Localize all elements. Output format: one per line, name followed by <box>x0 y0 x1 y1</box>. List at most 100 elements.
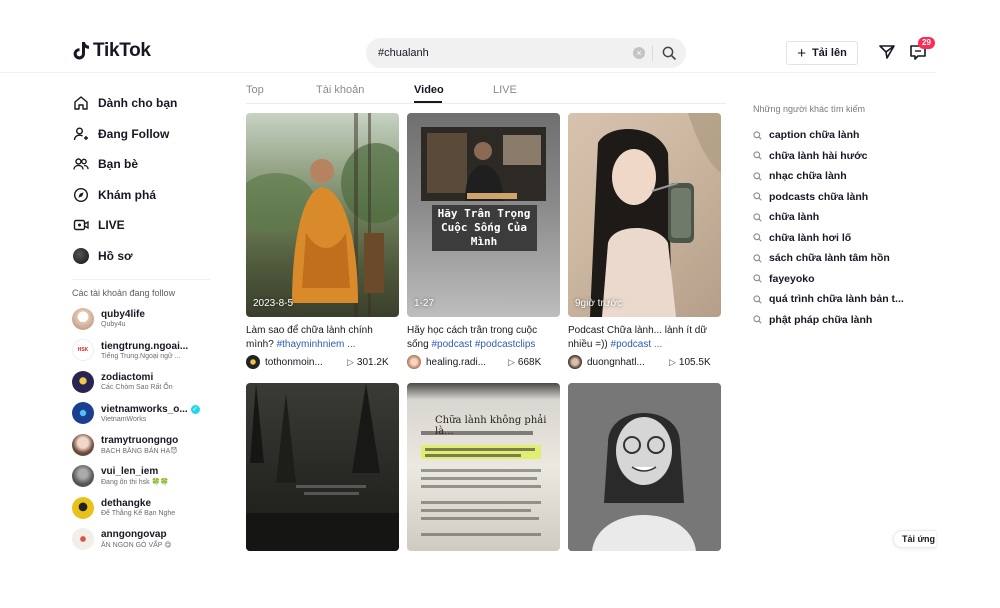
avatar[interactable] <box>407 355 421 369</box>
account-subtitle: VietnamWorks <box>101 415 147 423</box>
woman-portrait-image <box>568 383 721 551</box>
video-hashtags[interactable]: #thayminhniem ... <box>277 339 356 350</box>
tab-live[interactable]: LIVE <box>493 84 517 96</box>
video-description[interactable]: Hãy học cách trân trong cuộc sống #podca… <box>407 324 560 351</box>
video-card[interactable]: Chữa lành không phải là... <box>407 383 560 551</box>
search-icon <box>753 315 762 324</box>
video-thumbnail[interactable]: 2023-8-5 <box>246 113 399 317</box>
video-hashtags[interactable]: #podcast ... <box>611 339 663 350</box>
related-search-item[interactable]: fayeyoko <box>753 269 913 290</box>
video-thumbnail[interactable]: Hãy Trân Trọng Cuộc Sống Của Mình 1-27 <box>407 113 560 317</box>
play-icon: ▷ <box>669 356 676 367</box>
video-thumbnail[interactable]: 9giờ trước <box>568 113 721 317</box>
avatar <box>72 465 94 488</box>
related-search-item[interactable]: nhạc chữa lành <box>753 166 913 187</box>
tiktok-logo[interactable]: TikTok <box>72 40 151 62</box>
nav-friends[interactable]: Bạn bè <box>72 149 212 180</box>
account-name: vui_len_iem <box>101 466 159 478</box>
video-thumbnail[interactable] <box>246 383 399 551</box>
nav-label: Dành cho bạn <box>98 96 178 111</box>
related-search-item[interactable]: phật pháp chữa lành <box>753 310 913 331</box>
compass-icon <box>72 186 90 204</box>
account-name: anngongovap <box>101 529 167 541</box>
account-subtitle: Đang ôn thi hsk 🍀🍀 <box>101 479 170 487</box>
plus-icon: + <box>797 44 806 62</box>
send-message-icon[interactable] <box>878 43 896 61</box>
related-search-item[interactable]: podcasts chữa lành <box>753 187 913 208</box>
avatar <box>72 370 94 393</box>
related-search-label: chữa lành <box>769 211 820 224</box>
video-card[interactable]: 9giờ trước Podcast Chữa lành... lành ít … <box>568 113 721 369</box>
avatar[interactable] <box>246 355 260 369</box>
nav-for-you[interactable]: Dành cho bạn <box>72 88 212 119</box>
related-search-item[interactable]: chữa lành <box>753 207 913 228</box>
following-account[interactable]: vietnamworks_o... ✓ VietnamWorks <box>72 398 212 430</box>
related-search-label: caption chữa lành <box>769 129 860 142</box>
video-card[interactable]: 2023-8-5 Làm sao để chữa lành chính mình… <box>246 113 399 369</box>
video-date-label: 2023-8-5 <box>253 298 294 309</box>
related-search-item[interactable]: chữa lành hơi lố <box>753 228 913 249</box>
video-description[interactable]: Làm sao để chữa lành chính mình? #thaymi… <box>246 324 399 351</box>
following-account[interactable]: zodiactomi Các Chòm Sao Rất Ổn <box>72 366 212 398</box>
account-name: quby4life <box>101 309 145 321</box>
tab-top[interactable]: Top <box>246 84 264 96</box>
verified-badge-icon: ✓ <box>190 404 200 414</box>
related-search-label: chữa lành hài hước <box>769 149 868 162</box>
video-author[interactable]: healing.radi... <box>426 357 508 368</box>
video-author[interactable]: tothonmoin... <box>265 357 347 368</box>
account-name-text: vietnamworks_o... <box>101 403 188 415</box>
upload-button[interactable]: + Tải lên <box>786 41 858 65</box>
tiktok-logo-icon <box>73 42 89 60</box>
following-account[interactable]: tramytruongngo BẠCH BĂNG BẢN HẠ😈 <box>72 429 212 461</box>
tab-accounts[interactable]: Tài khoản <box>316 84 364 96</box>
following-account[interactable]: HSK tiengtrung.ngoai... Tiếng Trung.Ngoại… <box>72 335 212 367</box>
nav-profile[interactable]: Hồ sơ <box>72 241 212 272</box>
following-account[interactable]: anngongovap ĂN NGON GÒ VẤP 😋 <box>72 524 212 556</box>
search-icon <box>753 213 762 222</box>
video-card[interactable] <box>246 383 399 551</box>
following-account[interactable]: dethangke Để Thằng Kể Bạn Nghe <box>72 492 212 524</box>
nav-explore[interactable]: Khám phá <box>72 180 212 211</box>
related-search-label: fayeyoko <box>769 272 815 285</box>
nav-following[interactable]: Đang Follow <box>72 119 212 150</box>
related-search-label: quá trình chữa lành bản t... <box>769 293 904 306</box>
video-thumbnail[interactable]: Chữa lành không phải là... <box>407 383 560 551</box>
related-search-item[interactable]: sách chữa lành tâm hồn <box>753 248 913 269</box>
nav-live[interactable]: LIVE <box>72 210 212 241</box>
avatar <box>72 433 94 456</box>
tabs-divider <box>246 103 726 104</box>
video-hashtags[interactable]: #podcast #podcastclips <box>431 339 535 350</box>
related-search-label: podcasts chữa lành <box>769 190 869 203</box>
home-icon <box>72 94 90 112</box>
download-app-button[interactable]: Tải ứng dụng <box>893 530 936 548</box>
related-search-item[interactable]: quá trình chữa lành bản t... <box>753 289 913 310</box>
search-input[interactable] <box>378 47 628 59</box>
video-description[interactable]: Podcast Chữa lành... lành ít dữ nhiều =)… <box>568 324 721 351</box>
tab-video[interactable]: Video <box>414 84 444 96</box>
video-meta: tothonmoin... ▷ 301.2K <box>246 355 399 369</box>
search-icon <box>753 254 762 263</box>
account-subtitle: Để Thằng Kể Bạn Nghe <box>101 510 176 518</box>
sidebar-divider <box>72 279 210 280</box>
following-account[interactable]: vui_len_iem Đang ôn thi hsk 🍀🍀 <box>72 461 212 493</box>
avatar[interactable] <box>568 355 582 369</box>
video-card[interactable] <box>568 383 721 551</box>
following-section-title: Các tài khoản đang follow <box>72 288 176 298</box>
clear-search-button[interactable]: × <box>633 47 645 59</box>
nav-label: Bạn bè <box>98 157 139 172</box>
active-tab-indicator <box>414 101 442 103</box>
video-views: 301.2K <box>356 356 389 368</box>
related-search-item[interactable]: chữa lành hài hước <box>753 146 913 167</box>
video-author[interactable]: duongnhatl... <box>587 357 669 368</box>
search-button[interactable] <box>658 43 680 63</box>
video-card[interactable]: Hãy Trân Trọng Cuộc Sống Của Mình 1-27 H… <box>407 113 560 369</box>
account-name: tramytruongngo <box>101 434 179 446</box>
related-search-item[interactable]: caption chữa lành <box>753 125 913 146</box>
search-icon <box>753 131 762 140</box>
avatar <box>72 402 94 425</box>
video-thumbnail[interactable] <box>568 383 721 551</box>
nav-label: Đang Follow <box>98 126 170 141</box>
following-account[interactable]: quby4life Quby4u <box>72 303 212 335</box>
account-name: dethangke <box>101 498 152 510</box>
monk-scene-image <box>246 113 399 317</box>
